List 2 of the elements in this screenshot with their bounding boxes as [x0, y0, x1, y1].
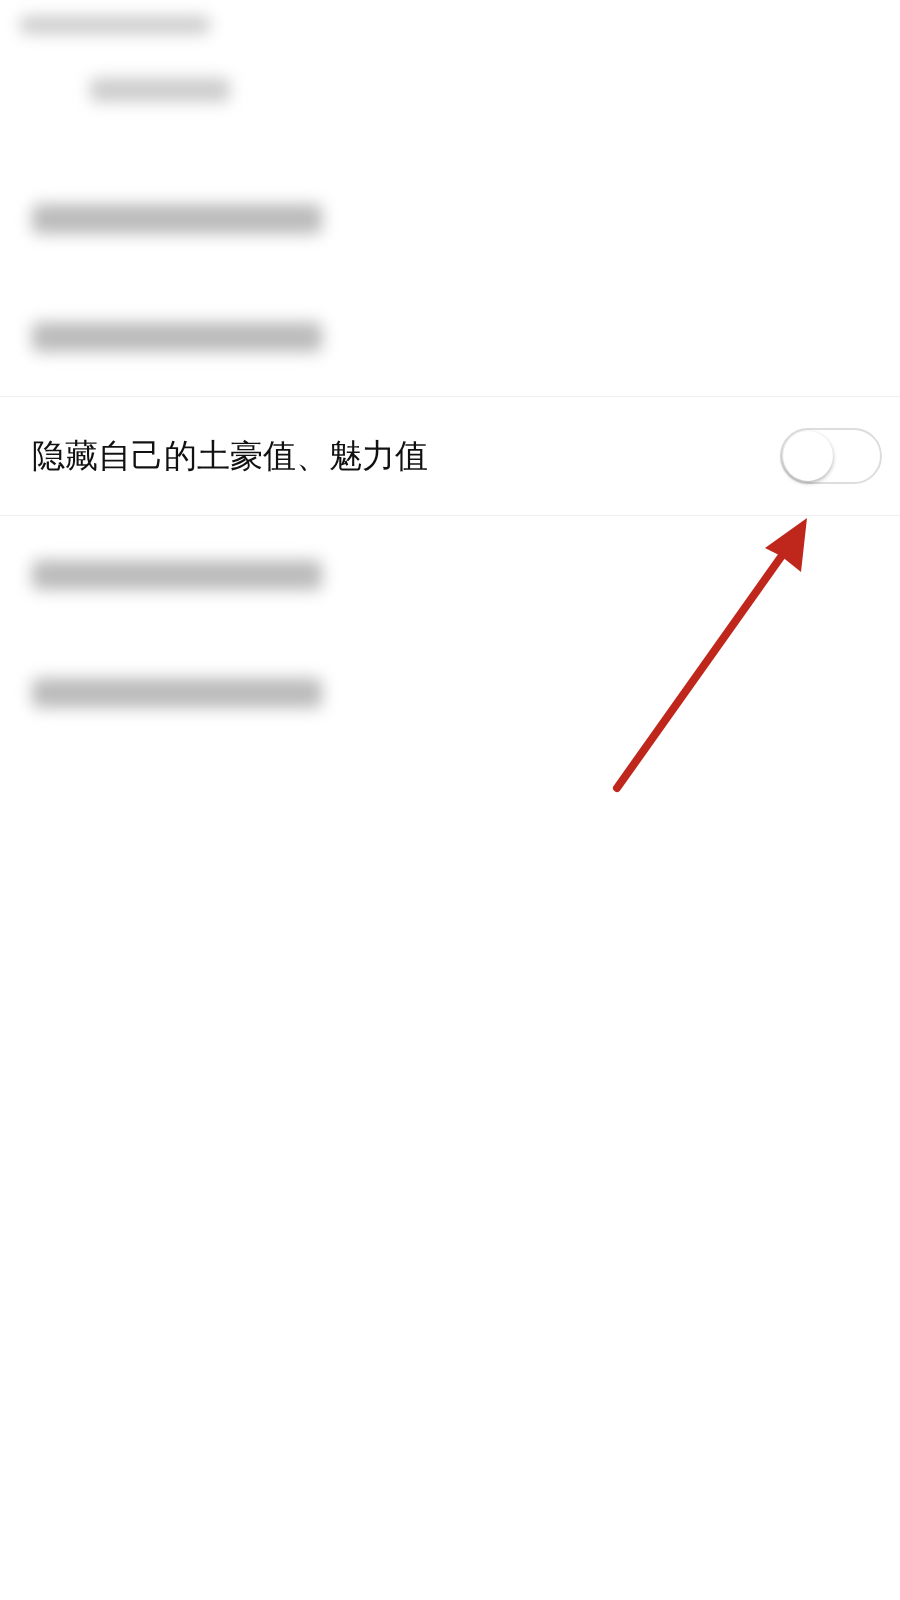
toggle-switch[interactable] [780, 428, 882, 484]
setting-label: 隐藏自己的土豪值、魅力值 [32, 434, 428, 477]
